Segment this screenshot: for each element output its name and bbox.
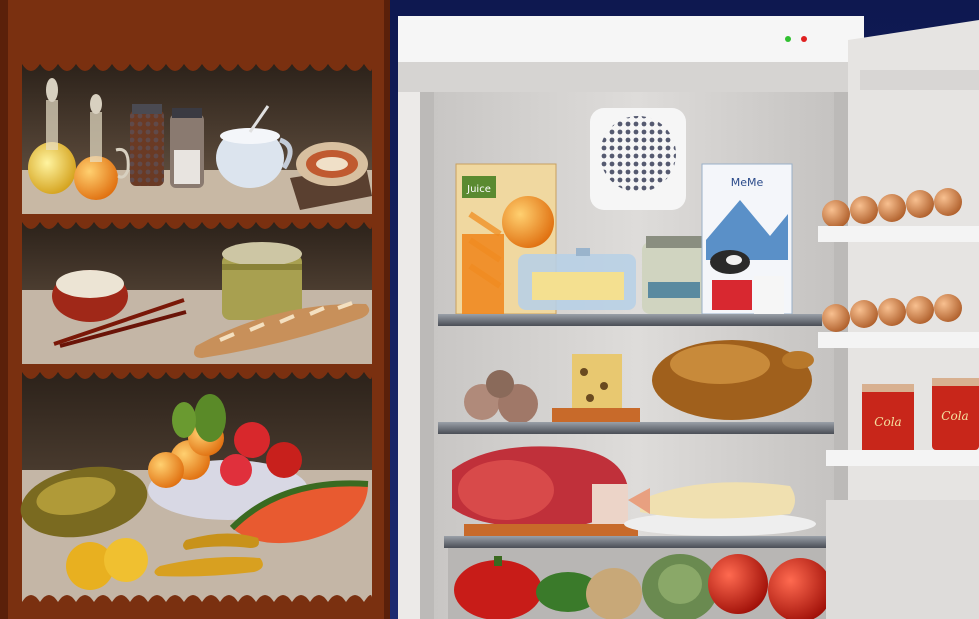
pantry-shelf-3 (20, 364, 373, 619)
pantry-shelf-1 (22, 56, 373, 214)
butter-dish (518, 248, 636, 310)
juice-glass (462, 234, 504, 316)
can-label-1: Cola (874, 415, 901, 429)
kitchen-illustration: Juice MeMe Cola Cola (0, 0, 979, 619)
jar (642, 236, 706, 314)
can-label-2: Cola (941, 409, 968, 423)
crisper-drawer (448, 548, 832, 619)
power-light-icon (785, 36, 791, 42)
grain-canister (222, 242, 302, 320)
refrigerator: Juice MeMe Cola Cola (390, 0, 979, 619)
potato (586, 568, 642, 619)
carton-label: Juice (466, 184, 491, 195)
fridge-shelf-3 (444, 536, 836, 548)
fridge-shelf-2 (438, 422, 834, 434)
cabbage (642, 554, 718, 619)
fridge-shelf-1 (438, 314, 822, 326)
milk-glass (754, 276, 784, 316)
salt-jar (170, 108, 204, 188)
rice-bowl (52, 270, 128, 322)
milk-brand-label: MeMe (731, 176, 764, 189)
pepper-jar (130, 104, 164, 186)
alarm-light-icon (801, 36, 807, 42)
pantry-cabinet (0, 0, 392, 619)
scene-svg: Juice MeMe Cola Cola (0, 0, 979, 619)
pantry-shelf-2 (22, 214, 373, 364)
fan-vent-icon (590, 108, 686, 210)
